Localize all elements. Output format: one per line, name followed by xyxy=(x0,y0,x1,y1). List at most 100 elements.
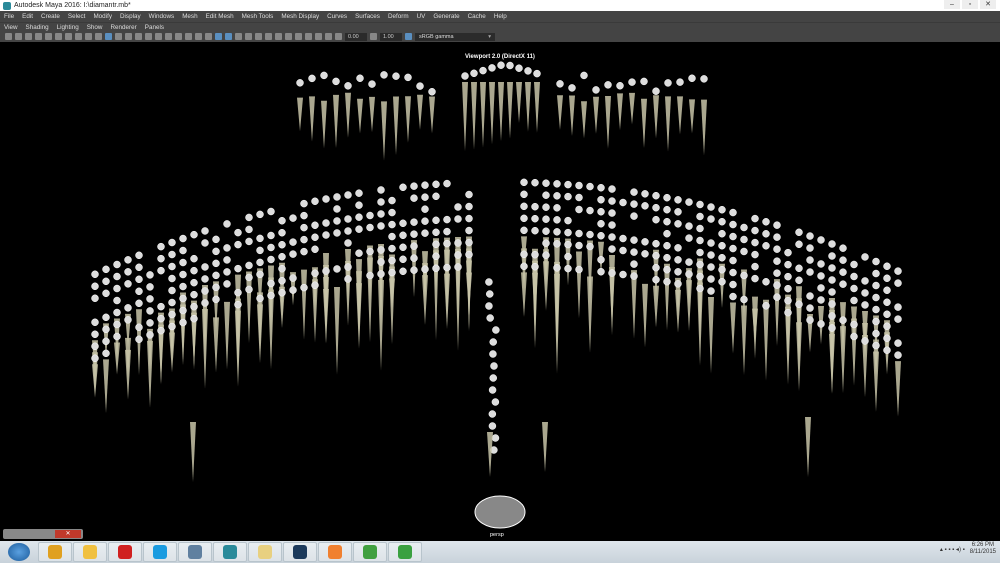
color-space-dropdown[interactable]: sRGB gamma xyxy=(415,32,495,41)
tray-icons[interactable]: ▴ ▪ ▪ ▪ ◂) ▪ xyxy=(940,546,965,553)
start-button[interactable] xyxy=(8,543,30,561)
toolbar-tool-icon[interactable] xyxy=(135,33,142,40)
toolbar-tool-icon[interactable] xyxy=(75,33,82,40)
menu-curves[interactable]: Curves xyxy=(323,13,351,20)
crystal-bead xyxy=(102,277,110,286)
toolbar-tool-icon[interactable] xyxy=(295,33,302,40)
menu-modify[interactable]: Modify xyxy=(89,13,116,20)
toolbar-tool-icon[interactable] xyxy=(105,33,112,40)
toolbar-tool-icon[interactable] xyxy=(15,33,22,40)
crystal-bead xyxy=(491,434,500,442)
toolbar-tool-icon[interactable] xyxy=(245,33,252,40)
toolbar-tool-icon[interactable] xyxy=(85,33,92,40)
menu-edit-mesh[interactable]: Edit Mesh xyxy=(202,13,238,20)
toolbar-tool-icon[interactable] xyxy=(185,33,192,40)
taskbar-media-player[interactable] xyxy=(318,542,352,562)
panel-menu-show[interactable]: Show xyxy=(83,24,107,31)
toolbar-tool-icon[interactable] xyxy=(285,33,292,40)
panel-menu-renderer[interactable]: Renderer xyxy=(106,24,140,31)
crystal-bead xyxy=(135,263,143,272)
menu-uv[interactable]: UV xyxy=(413,13,430,20)
toolbar-tool-icon[interactable] xyxy=(305,33,312,40)
taskbar xyxy=(0,541,1000,563)
clock[interactable]: 6:26 PM 8/11/2015 xyxy=(970,542,996,556)
crystal-drop xyxy=(297,97,303,132)
minimize-button[interactable]: – xyxy=(944,0,960,9)
menu-create[interactable]: Create xyxy=(37,13,64,20)
color-management-icon[interactable] xyxy=(405,33,412,40)
toolbar-tool-icon[interactable] xyxy=(195,33,202,40)
toolbar-tool-icon[interactable] xyxy=(55,33,62,40)
crystal-bead xyxy=(377,186,385,194)
menu-edit[interactable]: Edit xyxy=(18,13,37,20)
toolbar-tool-icon[interactable] xyxy=(155,33,162,40)
toolbar-tool-icon[interactable] xyxy=(325,33,332,40)
toolbar-tool-icon[interactable] xyxy=(275,33,282,40)
crystal-bead xyxy=(278,288,286,297)
crystal-bead xyxy=(608,221,616,229)
toolbar-tool-icon[interactable] xyxy=(5,33,12,40)
minimized-window[interactable]: ✕ xyxy=(3,529,83,539)
menu-mesh-display[interactable]: Mesh Display xyxy=(277,13,323,20)
exposure-field[interactable]: 0.00 xyxy=(345,32,367,41)
menu-mesh[interactable]: Mesh xyxy=(178,13,201,20)
taskbar-explorer[interactable] xyxy=(248,542,282,562)
maximize-button[interactable]: ▫ xyxy=(962,0,978,9)
taskbar-chrome[interactable] xyxy=(38,542,72,562)
taskbar-photos[interactable] xyxy=(178,542,212,562)
crystal-bead xyxy=(553,180,561,188)
toolbar-tool-icon[interactable] xyxy=(35,33,42,40)
crystal-bead xyxy=(333,265,341,273)
toolbar-tool-icon[interactable] xyxy=(65,33,72,40)
toolbar-tool-icon[interactable] xyxy=(175,33,182,40)
menu-select[interactable]: Select xyxy=(64,13,90,20)
close-icon[interactable]: ✕ xyxy=(55,530,81,538)
crystal-bead xyxy=(564,180,572,189)
toolbar-tool-icon[interactable] xyxy=(25,33,32,40)
toolbar-tool-icon[interactable] xyxy=(315,33,322,40)
menu-display[interactable]: Display xyxy=(116,13,145,20)
panel-menu-shading[interactable]: Shading xyxy=(22,24,53,31)
crystal-bead xyxy=(619,234,627,243)
crystal-bead xyxy=(146,319,154,327)
taskbar-maya[interactable] xyxy=(213,542,247,562)
close-button[interactable]: ✕ xyxy=(980,0,996,9)
toolbar-tool-icon[interactable] xyxy=(145,33,152,40)
toolbar-tool-icon[interactable] xyxy=(165,33,172,40)
panel-menu-panels[interactable]: Panels xyxy=(141,24,168,31)
menu-windows[interactable]: Windows xyxy=(145,13,179,20)
crystal-bead xyxy=(388,268,396,277)
menu-file[interactable]: File xyxy=(0,13,18,20)
viewport-3d[interactable]: Viewport 2.0 (DirectX 11) persp ✕ xyxy=(0,42,1000,541)
menu-surfaces[interactable]: Surfaces xyxy=(351,13,384,20)
toolbar-tool-icon[interactable] xyxy=(235,33,242,40)
gamma-icon[interactable] xyxy=(370,33,377,40)
crystal-bead xyxy=(553,228,561,236)
crystal-drop xyxy=(257,304,263,364)
crystal-bead xyxy=(817,296,825,304)
toolbar-tool-icon[interactable] xyxy=(125,33,132,40)
toolbar-tool-icon[interactable] xyxy=(255,33,262,40)
menu-cache[interactable]: Cache xyxy=(464,13,490,20)
taskbar-opera[interactable] xyxy=(108,542,142,562)
taskbar-paint[interactable] xyxy=(73,542,107,562)
toolbar-tool-icon[interactable] xyxy=(335,33,342,40)
panel-menu-lighting[interactable]: Lighting xyxy=(53,24,83,31)
taskbar-photoshop[interactable] xyxy=(283,542,317,562)
toolbar-tool-icon[interactable] xyxy=(95,33,102,40)
taskbar-camtasia[interactable] xyxy=(388,542,422,562)
menu-help[interactable]: Help xyxy=(490,13,511,20)
toolbar-tool-icon[interactable] xyxy=(45,33,52,40)
toolbar-tool-icon[interactable] xyxy=(205,33,212,40)
panel-menu-view[interactable]: View xyxy=(0,24,22,31)
taskbar-skype[interactable] xyxy=(143,542,177,562)
toolbar-tool-icon[interactable] xyxy=(115,33,122,40)
toolbar-tool-icon[interactable] xyxy=(215,33,222,40)
menu-deform[interactable]: Deform xyxy=(384,13,413,20)
toolbar-tool-icon[interactable] xyxy=(225,33,232,40)
toolbar-tool-icon[interactable] xyxy=(265,33,272,40)
menu-generate[interactable]: Generate xyxy=(429,13,463,20)
menu-mesh-tools[interactable]: Mesh Tools xyxy=(238,13,278,20)
gamma-field[interactable]: 1.00 xyxy=(380,32,402,41)
taskbar-download-manager[interactable] xyxy=(353,542,387,562)
